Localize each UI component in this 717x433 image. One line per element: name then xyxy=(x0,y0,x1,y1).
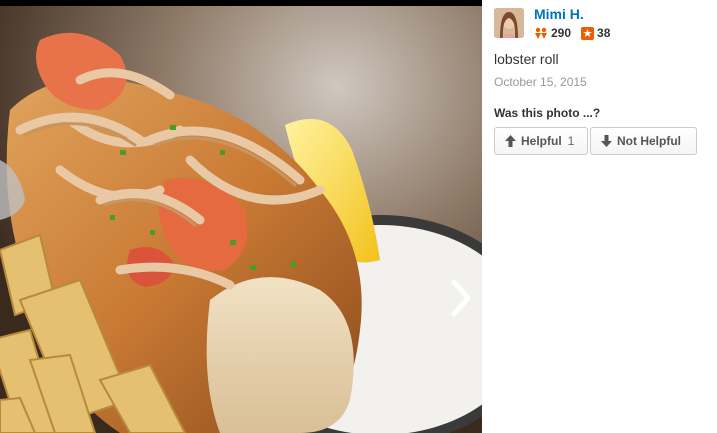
photo-viewer xyxy=(0,0,482,433)
chevron-right-icon[interactable] xyxy=(444,276,478,320)
reviews-stat: 38 xyxy=(581,26,610,40)
food-photo xyxy=(0,0,482,433)
not-helpful-label: Not Helpful xyxy=(617,134,681,148)
not-helpful-button[interactable]: Not Helpful xyxy=(590,127,697,155)
avatar-image xyxy=(494,8,524,38)
photo-details-panel: Mimi H. 290 38 lobster roll October 15, … xyxy=(482,0,717,433)
feedback-question: Was this photo ...? xyxy=(494,106,601,120)
arrow-down-icon xyxy=(601,135,612,147)
photo-caption: lobster roll xyxy=(494,51,559,67)
user-name-link[interactable]: Mimi H. xyxy=(534,6,584,22)
friends-count: 290 xyxy=(551,26,572,40)
photo-top-border xyxy=(0,0,482,6)
friends-icon xyxy=(535,27,547,39)
reviews-count: 38 xyxy=(597,26,611,40)
helpful-label: Helpful xyxy=(521,134,562,148)
helpful-count: 1 xyxy=(567,134,575,148)
helpful-button[interactable]: Helpful 1 xyxy=(494,127,588,155)
friends-stat: 290 xyxy=(534,26,571,40)
photo-date: October 15, 2015 xyxy=(494,75,587,89)
avatar[interactable] xyxy=(494,8,524,38)
star-icon xyxy=(581,26,595,40)
user-stats: 290 38 xyxy=(534,26,620,40)
arrow-up-icon xyxy=(505,135,516,147)
